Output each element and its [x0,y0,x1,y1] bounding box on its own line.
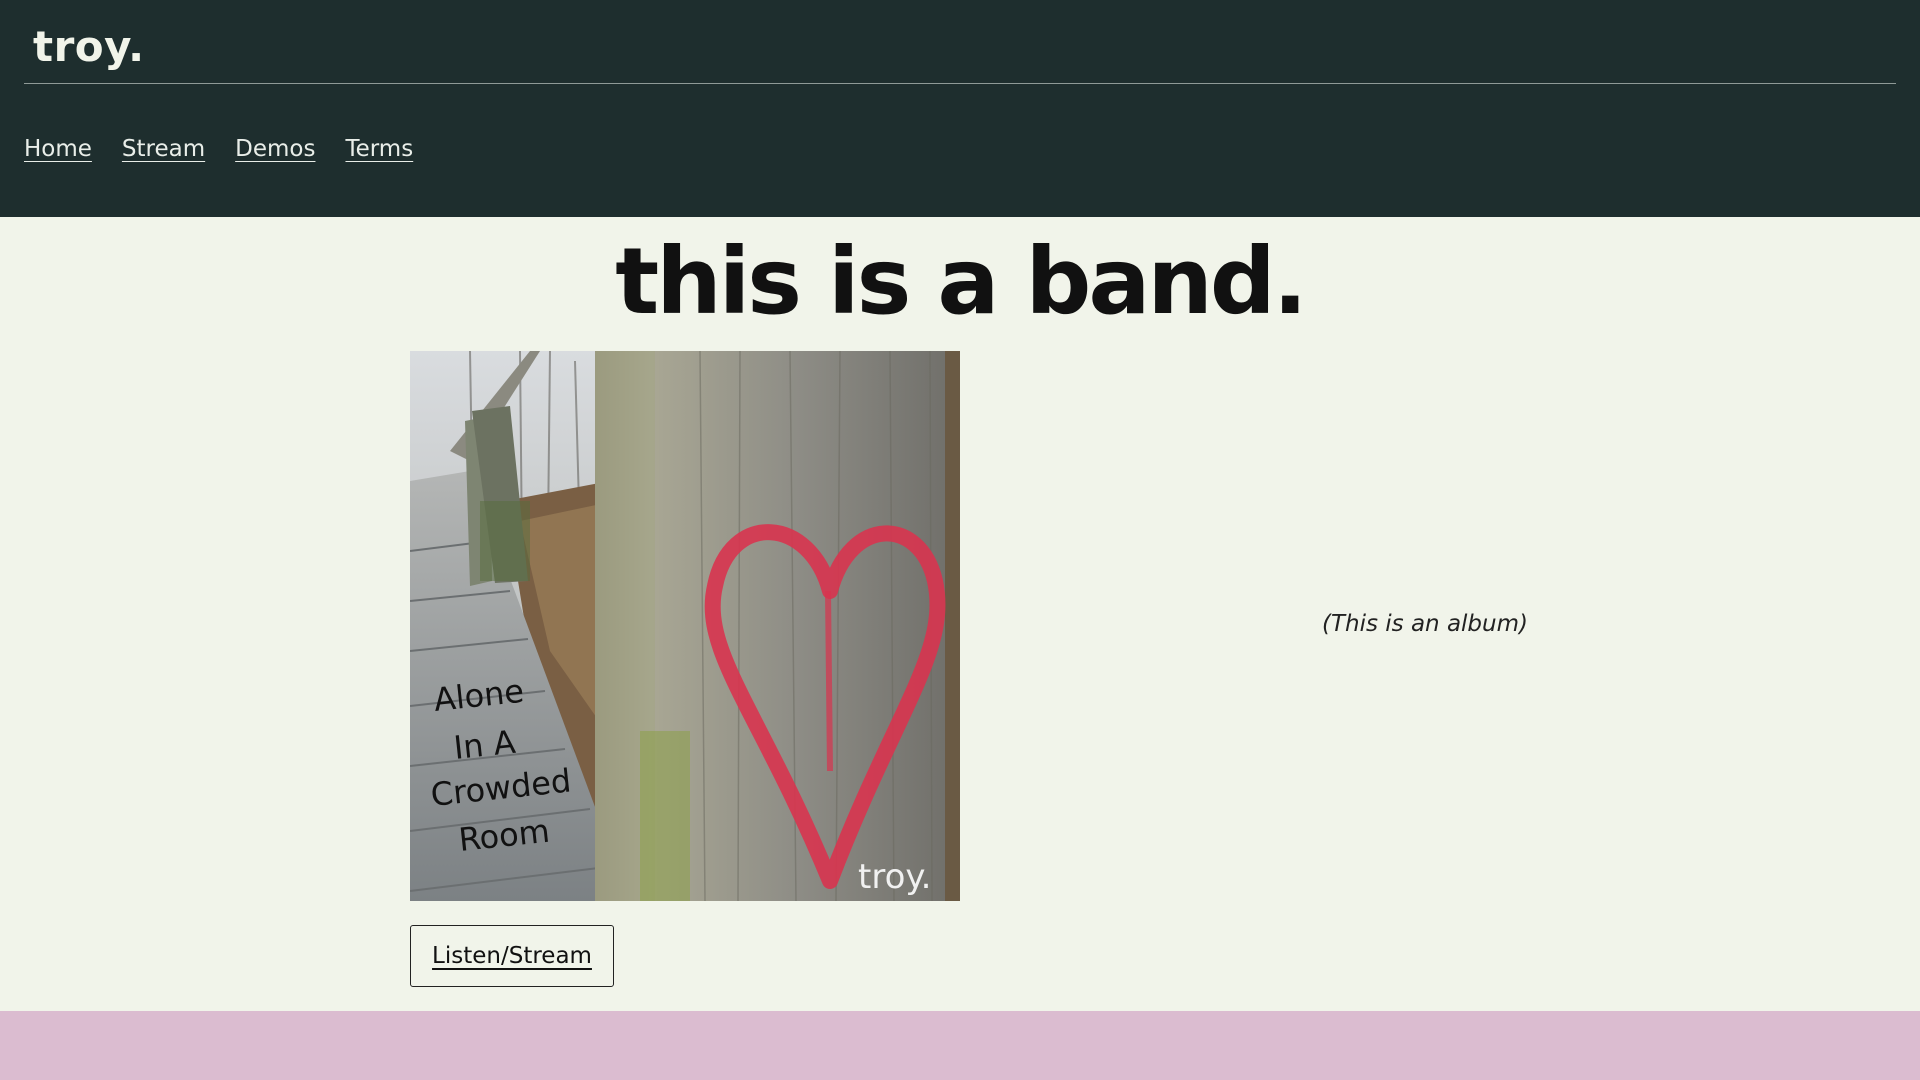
album-cover-image: Alone In A Crowded Room troy. [410,351,960,901]
cover-watermark: troy. [858,857,931,897]
header-divider [24,83,1896,84]
cover-text-line-2: In A [452,723,518,767]
site-logo[interactable]: troy. [33,22,145,71]
listen-stream-label: Listen/Stream [432,943,592,969]
nav-link-stream[interactable]: Stream [122,136,205,162]
nav-link-terms[interactable]: Terms [345,136,413,162]
site-header: troy. Home Stream Demos Terms [0,0,1920,217]
main-nav: Home Stream Demos Terms [24,136,413,162]
nav-link-demos[interactable]: Demos [235,136,315,162]
footer-band [0,1011,1920,1080]
album-caption: (This is an album) [1322,611,1528,637]
nav-link-home[interactable]: Home [24,136,92,162]
listen-stream-button[interactable]: Listen/Stream [410,925,614,987]
page-headline: this is a band. [615,228,1307,335]
